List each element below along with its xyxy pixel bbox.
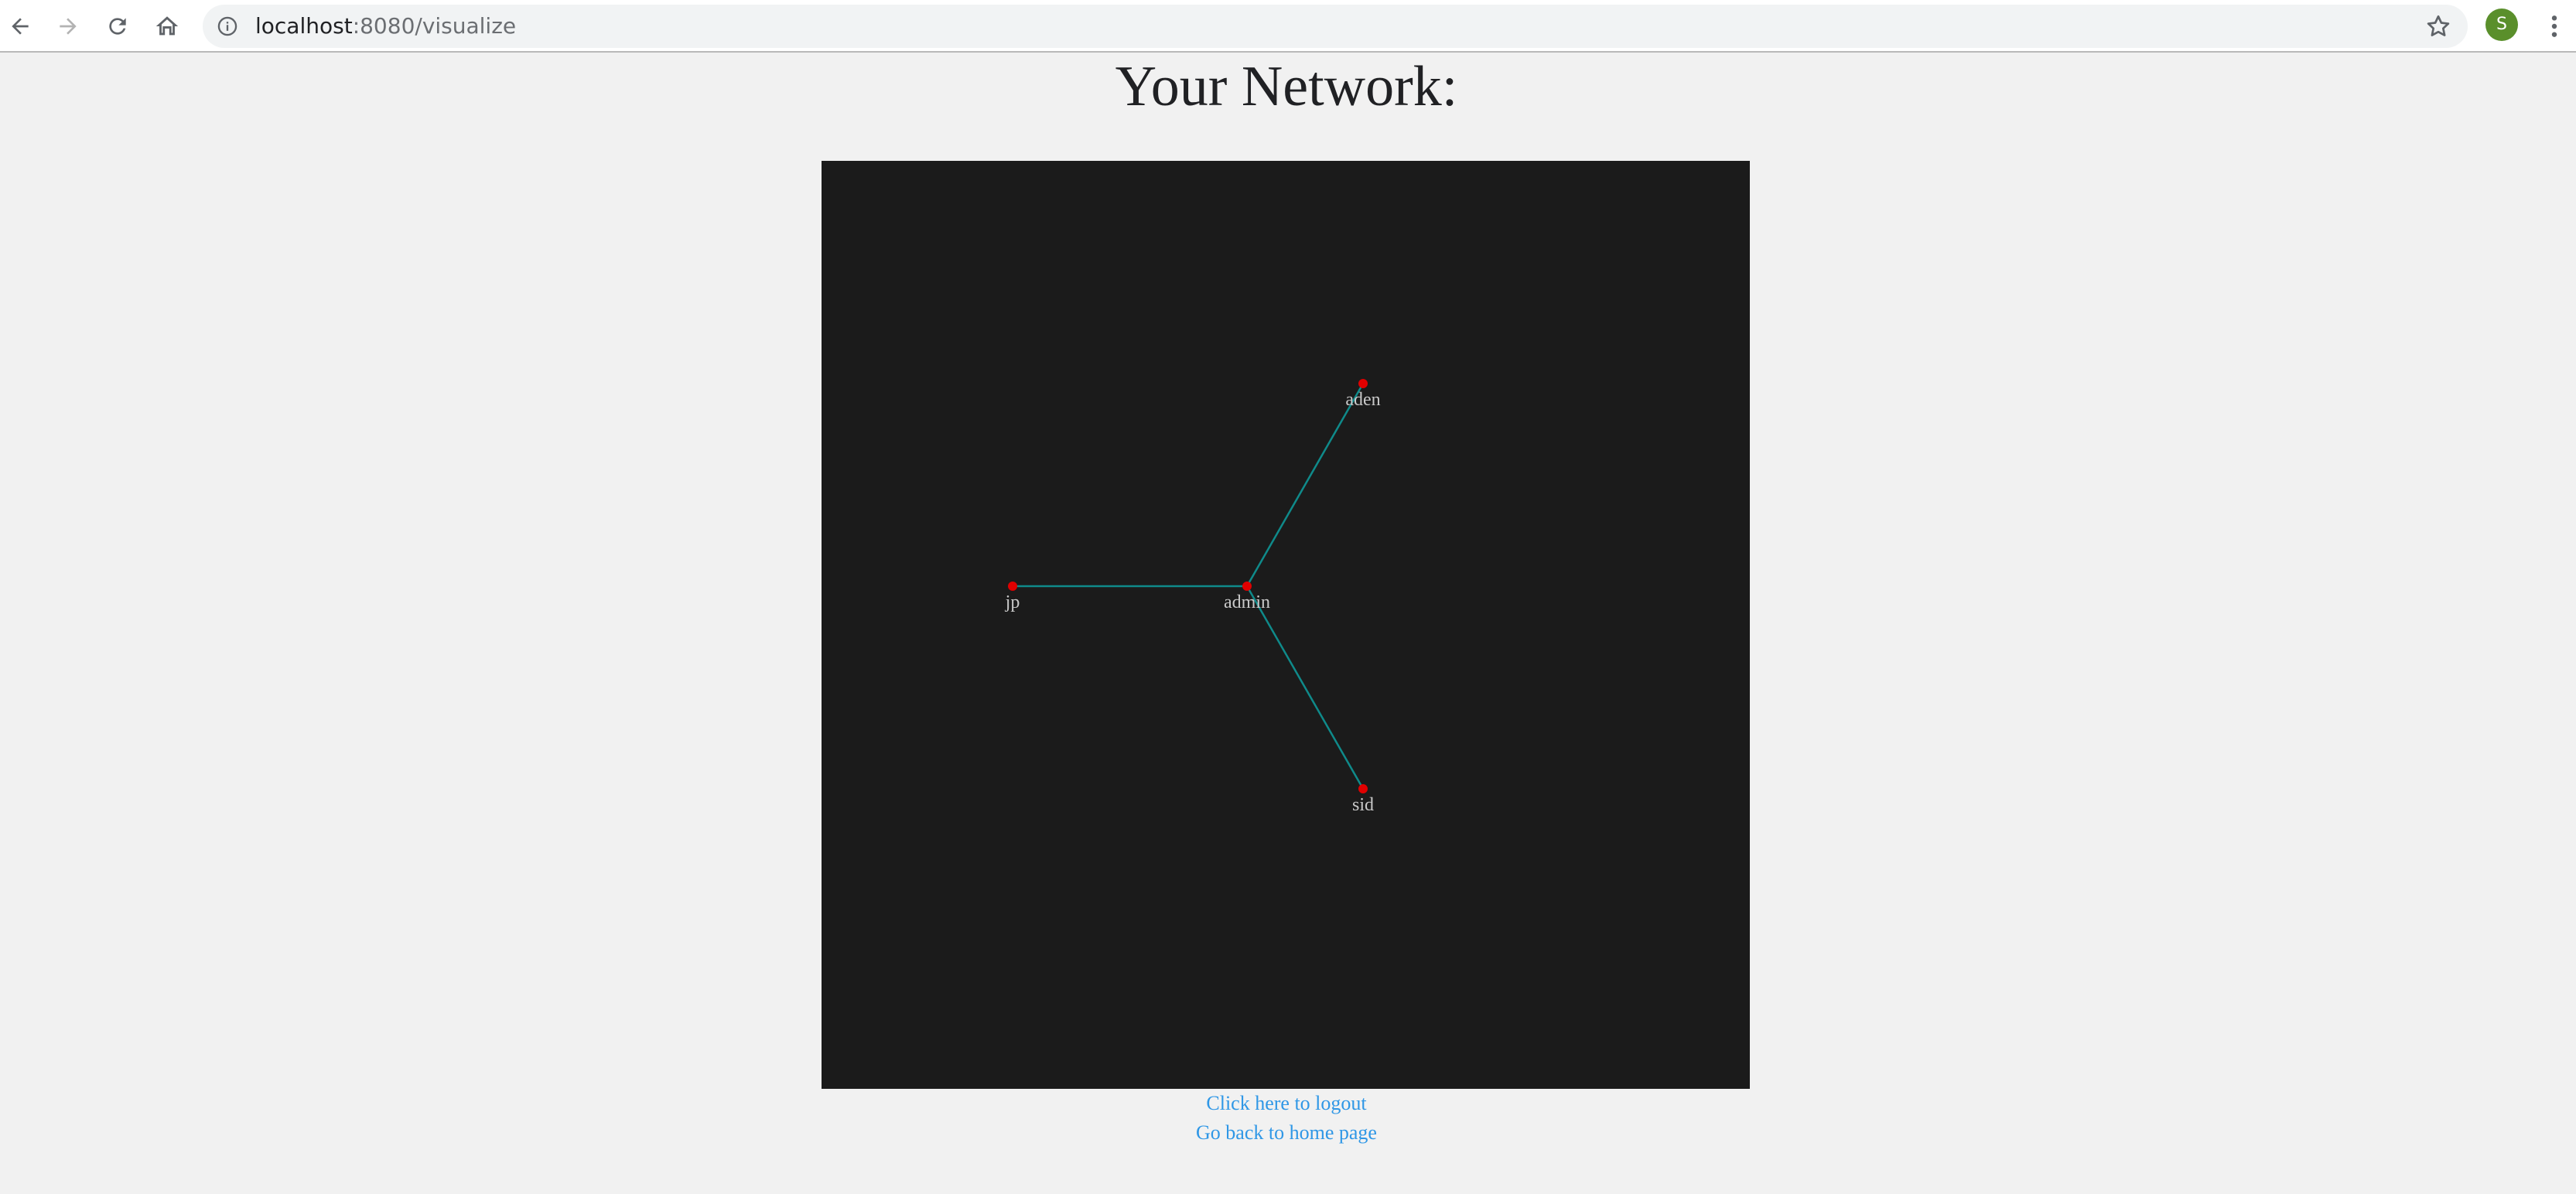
node-label-sid: sid [1352,795,1374,815]
node-label-aden: aden [1345,390,1380,410]
node-admin[interactable] [1242,582,1252,591]
page-title: Your Network: [1115,55,1458,118]
network-graph-svg[interactable]: admin aden jp sid [822,161,1750,1089]
profile-avatar[interactable]: S [2485,9,2518,41]
home-icon[interactable] [144,3,190,49]
node-aden[interactable] [1358,379,1368,388]
links-area: Click here to logout Go back to home pag… [0,1089,2573,1148]
url-path: :8080/visualize [352,13,517,39]
address-bar[interactable]: localhost:8080/visualize [203,5,2468,48]
node-label-jp: jp [1005,592,1020,612]
node-label-admin: admin [1224,592,1270,612]
info-icon[interactable] [217,15,238,37]
url-text[interactable]: localhost:8080/visualize [255,5,516,48]
network-graph[interactable]: admin aden jp sid [822,161,1750,1089]
url-host: localhost [255,13,353,39]
bookmark-star-icon[interactable] [2424,12,2452,40]
back-icon[interactable] [0,3,43,49]
menu-icon[interactable] [2531,3,2576,49]
reload-icon[interactable] [94,3,141,49]
edge-admin-aden [1245,383,1365,587]
node-jp[interactable] [1008,582,1017,591]
node-sid[interactable] [1358,784,1368,793]
logout-link[interactable]: Click here to logout [0,1089,2573,1118]
home-page-link[interactable]: Go back to home page [0,1118,2573,1148]
browser-toolbar: localhost:8080/visualize S [0,0,2576,53]
forward-icon[interactable] [45,3,91,49]
edge-admin-sid [1245,585,1365,790]
